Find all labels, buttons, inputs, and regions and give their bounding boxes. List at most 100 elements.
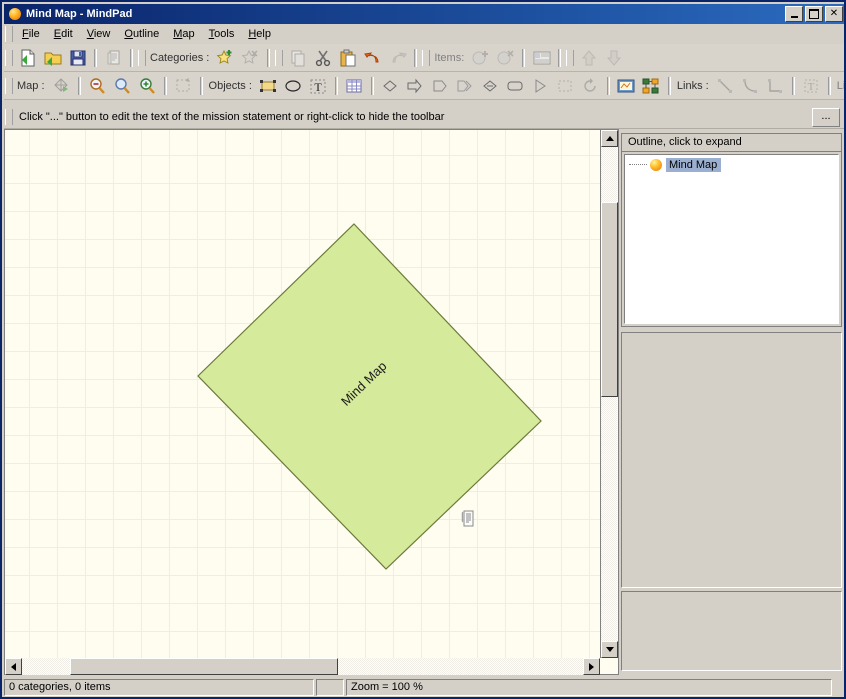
delete-category-icon[interactable] (239, 47, 262, 69)
elbow-link-icon[interactable] (764, 75, 787, 97)
toolbar-gripper[interactable] (422, 49, 431, 66)
zoom-out-icon[interactable] (86, 75, 109, 97)
curved-link-icon[interactable] (739, 75, 762, 97)
toolbar-gripper[interactable] (566, 49, 575, 66)
menu-file[interactable]: File (15, 26, 47, 42)
zoom-in-icon[interactable] (136, 75, 159, 97)
double-arrow-shape-icon[interactable] (479, 75, 502, 97)
move-down-icon[interactable] (602, 47, 625, 69)
notes-panel[interactable] (621, 591, 842, 671)
horizontal-scroll-thumb[interactable] (70, 658, 338, 675)
move-up-icon[interactable] (577, 47, 600, 69)
toolbar-gripper[interactable] (5, 77, 13, 94)
hierarchy-icon[interactable] (640, 75, 663, 97)
items-label: Items: (434, 51, 465, 64)
menu-view[interactable]: View (80, 26, 118, 42)
text-shape-icon[interactable]: T (307, 75, 330, 97)
auto-layout-icon[interactable] (50, 75, 73, 97)
node-ball-icon (649, 158, 663, 172)
menu-tools[interactable]: Tools (202, 26, 242, 42)
status-counts: 0 categories, 0 items (4, 678, 314, 696)
delete-item-icon[interactable] (494, 47, 517, 69)
main-toolbar: Categories : Items: (4, 44, 844, 72)
toolbar-separator (667, 76, 671, 95)
undo-icon[interactable] (361, 47, 384, 69)
edit-mission-button[interactable]: ... (812, 107, 840, 127)
menu-help[interactable]: Help (241, 26, 278, 42)
map-label: Map : (17, 79, 45, 92)
status-bar: 0 categories, 0 items Zoom = 100 % (4, 677, 844, 697)
outline-tree[interactable]: Mind Map (624, 154, 839, 324)
scroll-up-button[interactable] (601, 130, 618, 147)
toolbar-separator (130, 48, 133, 67)
toolbar-separator (827, 76, 831, 95)
new-icon[interactable] (16, 47, 39, 69)
presentation-icon[interactable] (615, 75, 638, 97)
status-spacer (316, 678, 344, 696)
outline-item-label[interactable]: Mind Map (666, 158, 722, 172)
chevron-up-icon (605, 136, 614, 141)
map-node-shape[interactable] (5, 130, 603, 659)
add-category-icon[interactable] (214, 47, 237, 69)
scroll-right-button[interactable] (583, 658, 600, 675)
item-properties-icon[interactable] (530, 47, 553, 69)
tree-connector-icon (629, 164, 647, 166)
mission-statement-bar: Click "..." button to edit the text of t… (4, 106, 844, 129)
rotate-shape-icon[interactable] (579, 75, 602, 97)
toolbar-gripper[interactable] (275, 49, 284, 66)
save-icon[interactable] (66, 47, 89, 69)
toolbar-gripper[interactable] (138, 49, 146, 66)
note-cursor-icon (461, 510, 477, 531)
svg-text:T: T (315, 80, 323, 94)
menu-map[interactable]: Map (166, 26, 201, 42)
map-canvas[interactable]: Mind Map (5, 130, 603, 659)
outline-tree-row[interactable]: Mind Map (625, 155, 838, 172)
pennant-shape-icon[interactable] (429, 75, 452, 97)
categories-label: Categories : (150, 51, 210, 64)
outline-panel-header[interactable]: Outline, click to expand (622, 134, 841, 152)
map-canvas-container[interactable]: Mind Map (4, 129, 619, 675)
redo-icon[interactable] (386, 47, 409, 69)
rounded-rect-shape-icon[interactable] (504, 75, 527, 97)
scroll-left-button[interactable] (5, 658, 22, 675)
chevron-right-icon (589, 662, 594, 671)
rectangle-shape-icon[interactable] (257, 75, 280, 97)
triangle-shape-icon[interactable] (529, 75, 552, 97)
double-pennant-shape-icon[interactable] (454, 75, 477, 97)
diamond-shape-icon[interactable] (379, 75, 402, 97)
toolbar-separator (163, 76, 167, 95)
close-button[interactable]: ✕ (825, 6, 843, 22)
straight-link-icon[interactable] (714, 75, 737, 97)
toolbar-gripper[interactable] (5, 49, 13, 66)
hintbar-gripper[interactable] (5, 109, 13, 125)
copy-icon[interactable] (286, 47, 309, 69)
toolbar-separator (199, 76, 203, 95)
open-icon[interactable] (41, 47, 64, 69)
add-item-icon[interactable] (469, 47, 492, 69)
toolbar-separator (522, 48, 526, 67)
canvas-horizontal-scrollbar[interactable] (5, 658, 600, 675)
vertical-scroll-thumb[interactable] (601, 202, 618, 397)
cut-icon[interactable] (311, 47, 334, 69)
maximize-button[interactable] (805, 6, 823, 22)
menu-edit[interactable]: Edit (47, 26, 80, 42)
table-shape-icon[interactable] (343, 75, 366, 97)
ellipse-shape-icon[interactable] (282, 75, 305, 97)
menu-gripper[interactable] (5, 26, 13, 42)
minimize-button[interactable] (785, 6, 803, 22)
print-preview-icon[interactable] (102, 47, 125, 69)
select-all-icon[interactable] (172, 75, 195, 97)
link-text-icon[interactable]: T (800, 75, 823, 97)
toolbar-separator (606, 76, 610, 95)
marquee-shape-icon[interactable] (554, 75, 577, 97)
canvas-vertical-scrollbar[interactable] (600, 130, 618, 658)
paste-icon[interactable] (336, 47, 359, 69)
right-dock: Outline, click to expand Mind Map (619, 129, 844, 675)
scroll-down-button[interactable] (601, 641, 618, 658)
zoom-fit-icon[interactable] (111, 75, 134, 97)
menu-outline[interactable]: Outline (117, 26, 166, 42)
menu-bar: File Edit View Outline Map Tools Help (4, 24, 844, 44)
outline-panel: Outline, click to expand Mind Map (621, 133, 842, 327)
arrow-right-shape-icon[interactable] (404, 75, 427, 97)
properties-panel[interactable] (621, 332, 842, 588)
